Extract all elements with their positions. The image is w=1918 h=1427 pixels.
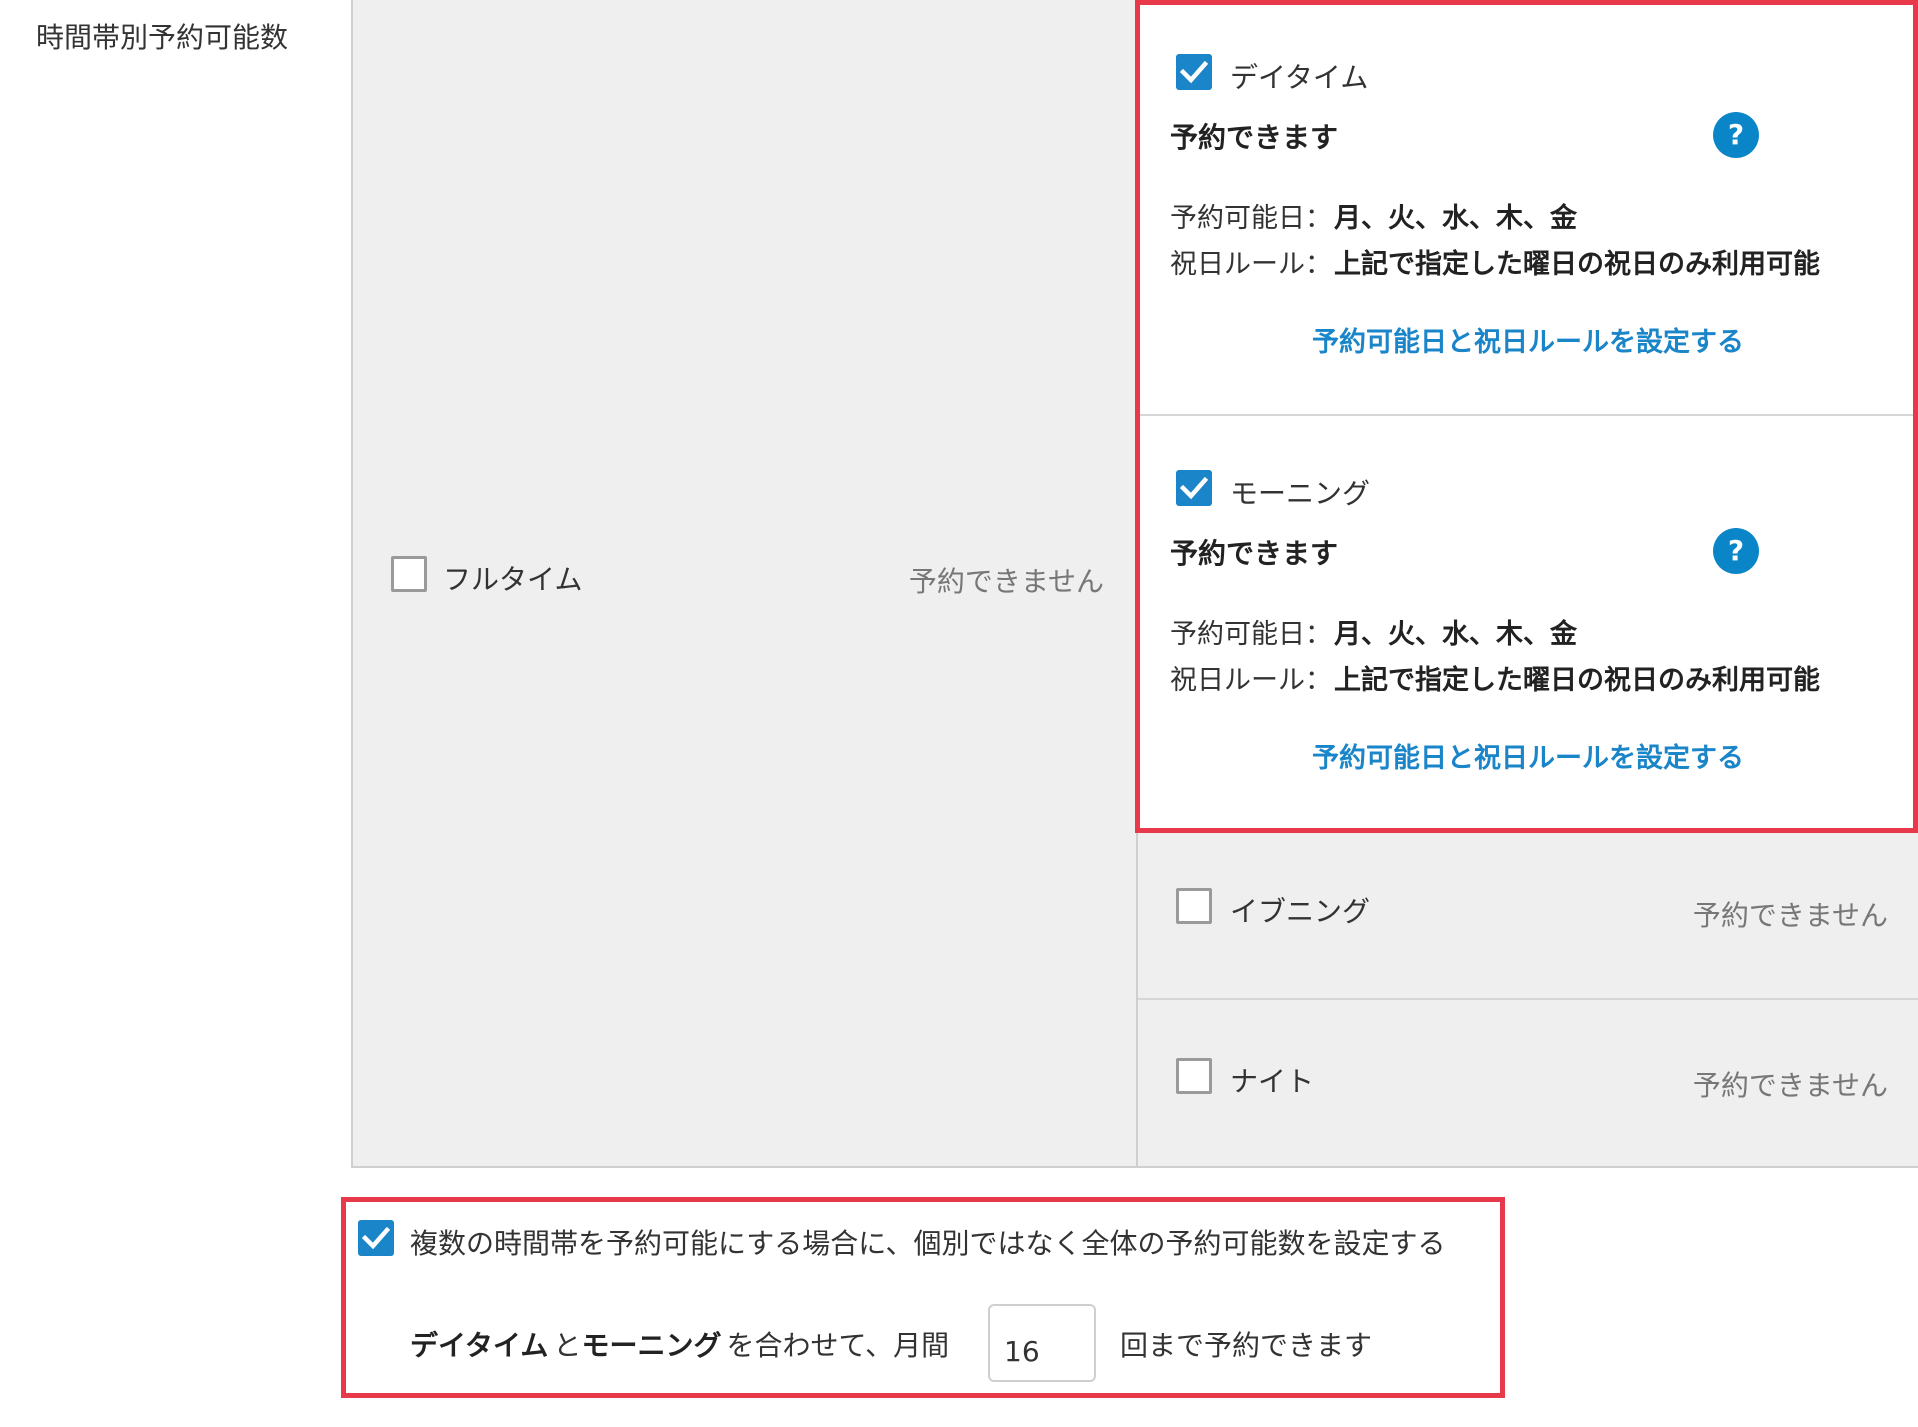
combined-checkbox[interactable] <box>358 1220 394 1256</box>
section-label: 時間帯別予約可能数 <box>36 21 289 54</box>
night-checkbox[interactable] <box>1176 1058 1212 1094</box>
evening-checkbox[interactable] <box>1176 888 1212 924</box>
fulltime-label: フルタイム <box>443 563 583 596</box>
combined-connector: と <box>553 1329 582 1362</box>
combined-label: 複数の時間帯を予約可能にする場合に、個別ではなく全体の予約可能数を設定する <box>410 1227 1446 1260</box>
fulltime-status: 予約できません <box>908 565 1104 598</box>
fulltime-row: フルタイム 予約できません <box>353 0 1138 1166</box>
night-label: ナイト <box>1230 1065 1315 1098</box>
evening-label: イブニング <box>1230 895 1371 928</box>
night-status: 予約できません <box>1692 1069 1888 1102</box>
combined-suffix: 回まで予約できます <box>1120 1329 1373 1362</box>
checkmark-icon <box>362 1226 390 1250</box>
combined-summary: デイタイム とモーニング を合わせて、月間 <box>410 1324 949 1364</box>
highlight-frame-slots <box>1135 0 1918 833</box>
combined-slot-b: モーニング <box>581 1329 722 1362</box>
fulltime-checkbox[interactable] <box>391 556 427 592</box>
combined-slot-a: デイタイム <box>410 1329 549 1362</box>
divider <box>1138 998 1918 1000</box>
monthly-count-input[interactable] <box>988 1304 1096 1382</box>
combined-middle-text: を合わせて、月間 <box>726 1329 950 1362</box>
evening-status: 予約できません <box>1692 899 1888 932</box>
